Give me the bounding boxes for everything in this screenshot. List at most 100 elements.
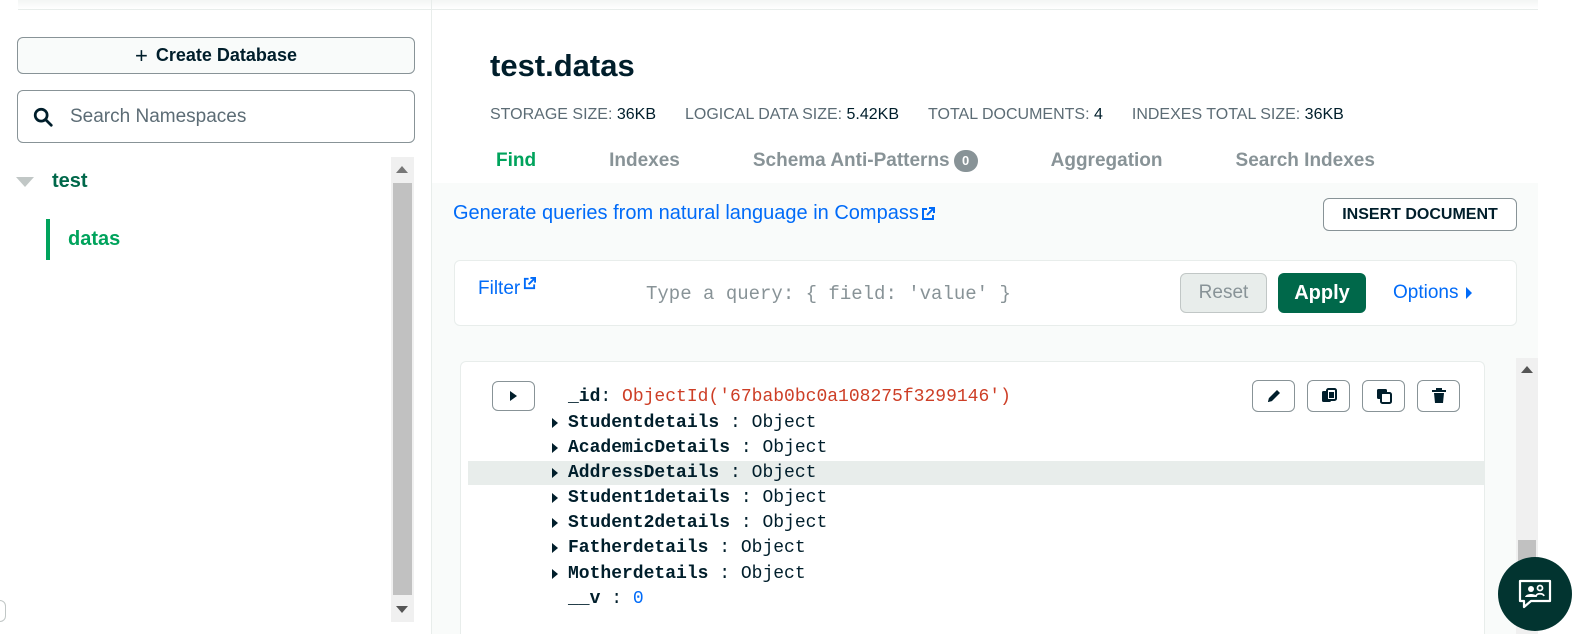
- collection-stats: STORAGE SIZE: 36KB LOGICAL DATA SIZE: 5.…: [490, 106, 1373, 124]
- scrollbar-thumb[interactable]: [393, 183, 412, 595]
- document-field[interactable]: AcademicDetails : Object: [548, 436, 827, 460]
- collection-name: datas: [68, 228, 121, 250]
- caret-right-icon: [510, 391, 517, 401]
- scroll-down-icon[interactable]: [396, 606, 408, 613]
- caret-right-icon[interactable]: [552, 543, 558, 553]
- pencil-icon: [1267, 390, 1280, 402]
- caret-down-icon: [16, 176, 34, 187]
- trash-icon: [1431, 388, 1446, 403]
- document-field[interactable]: Motherdetails : Object: [548, 562, 806, 586]
- plus-icon: +: [135, 42, 148, 68]
- insert-document-button[interactable]: INSERT DOCUMENT: [1323, 198, 1517, 231]
- options-label: Options: [1393, 282, 1459, 303]
- edit-document-button[interactable]: [1252, 380, 1295, 412]
- tab-aggregation[interactable]: Aggregation: [1051, 150, 1163, 172]
- search-namespaces-input[interactable]: [70, 105, 390, 128]
- document-field[interactable]: Fatherdetails : Object: [548, 536, 806, 560]
- document-field[interactable]: AddressDetails : Object: [548, 461, 816, 485]
- tab-label: Schema Anti-Patterns: [752, 150, 950, 171]
- chat-support-icon: [1518, 579, 1552, 609]
- field-value: Object: [762, 513, 828, 533]
- stat-value: 5.42KB: [846, 106, 900, 123]
- expand-document-button[interactable]: [492, 381, 535, 411]
- field-key: Motherdetails: [568, 564, 709, 584]
- tab-indexes[interactable]: Indexes: [609, 150, 680, 172]
- stat-indexes-total-size: INDEXES TOTAL SIZE: 36KB: [1132, 106, 1344, 124]
- field-value: Object: [740, 564, 806, 584]
- clone-icon: [1376, 389, 1392, 404]
- collection-item-datas[interactable]: datas: [46, 219, 120, 260]
- field-value: Object: [762, 438, 828, 458]
- collection-tabs: Find Indexes Schema Anti-Patterns 0 Aggre…: [496, 150, 1448, 172]
- chat-assistant-button[interactable]: [1498, 557, 1572, 631]
- create-database-label: Create Database: [155, 45, 297, 65]
- external-link-icon: [921, 206, 935, 220]
- caret-right-icon[interactable]: [552, 418, 558, 428]
- field-value: Object: [751, 413, 817, 433]
- document-field[interactable]: Studentdetails : Object: [548, 411, 816, 435]
- stat-total-documents: TOTAL DOCUMENTS: 4: [928, 106, 1103, 124]
- query-input[interactable]: [646, 280, 1166, 308]
- field-value: Object: [740, 538, 806, 558]
- apply-button[interactable]: Apply: [1278, 273, 1366, 313]
- clipboard-icon: [1321, 388, 1337, 402]
- field-value: ObjectId('67bab0bc0a108275f3299146'): [622, 387, 1011, 407]
- database-item-test[interactable]: test: [16, 170, 88, 193]
- stat-value: 36KB: [616, 106, 656, 123]
- tab-label: Find: [496, 150, 537, 171]
- clone-document-button[interactable]: [1362, 380, 1405, 412]
- external-link-icon: [524, 277, 537, 290]
- database-name: test: [52, 170, 88, 192]
- field-key: Student2details: [568, 513, 731, 533]
- field-key: Studentdetails: [568, 413, 720, 433]
- document-field[interactable]: Student1details : Object: [548, 486, 827, 510]
- scroll-up-icon[interactable]: [1521, 366, 1533, 373]
- caret-right-icon[interactable]: [552, 569, 558, 579]
- field-key: __v: [568, 589, 601, 609]
- namespace-search[interactable]: [17, 90, 415, 143]
- tab-label: Aggregation: [1050, 150, 1163, 171]
- field-key: _id: [568, 387, 601, 407]
- caret-right-icon[interactable]: [552, 493, 558, 503]
- field-value: Object: [762, 488, 828, 508]
- options-toggle[interactable]: Options: [1393, 282, 1473, 304]
- field-value: Object: [751, 463, 817, 483]
- copy-document-button[interactable]: [1307, 380, 1350, 412]
- filter-link[interactable]: Filter: [478, 277, 537, 300]
- collection-title: test.datas: [490, 48, 635, 83]
- document-field[interactable]: Student2details : Object: [548, 511, 827, 535]
- document-field-id: _id: ObjectId('67bab0bc0a108275f3299146'…: [568, 387, 1011, 407]
- caret-right-icon: [1466, 287, 1473, 299]
- document-field-version: __v : 0: [568, 589, 644, 609]
- field-key: AddressDetails: [568, 463, 720, 483]
- delete-document-button[interactable]: [1417, 380, 1460, 412]
- stat-label: INDEXES TOTAL SIZE:: [1131, 106, 1301, 123]
- compass-link[interactable]: Generate queries from natural language i…: [453, 202, 935, 225]
- stat-label: TOTAL DOCUMENTS:: [928, 106, 1090, 123]
- tab-label: Indexes: [609, 150, 680, 171]
- scroll-up-icon[interactable]: [396, 166, 408, 173]
- caret-right-icon[interactable]: [552, 468, 558, 478]
- field-value: 0: [632, 589, 644, 609]
- field-key: Student1details: [568, 488, 731, 508]
- search-icon: [33, 107, 53, 127]
- sidebar: + Create Database test datas: [0, 0, 432, 634]
- stat-value: 36KB: [1304, 106, 1344, 123]
- field-key: Fatherdetails: [568, 538, 709, 558]
- count-badge: 0: [953, 150, 978, 172]
- tab-find[interactable]: Find: [496, 150, 536, 172]
- create-database-button[interactable]: + Create Database: [17, 37, 415, 74]
- tab-search-indexes[interactable]: Search Indexes: [1236, 150, 1375, 172]
- reset-button[interactable]: Reset: [1180, 273, 1267, 313]
- filter-label: Filter: [478, 278, 521, 299]
- edge-handle: [0, 600, 6, 622]
- compass-link-label: Generate queries from natural language i…: [453, 202, 919, 224]
- stat-value: 4: [1093, 106, 1103, 123]
- sidebar-scrollbar[interactable]: [391, 157, 414, 622]
- stat-logical-data-size: LOGICAL DATA SIZE: 5.42KB: [685, 106, 899, 124]
- field-key: AcademicDetails: [568, 438, 731, 458]
- tab-schema-anti-patterns[interactable]: Schema Anti-Patterns 0: [753, 150, 978, 172]
- caret-right-icon[interactable]: [552, 518, 558, 528]
- caret-right-icon[interactable]: [552, 443, 558, 453]
- stat-label: LOGICAL DATA SIZE:: [685, 106, 843, 123]
